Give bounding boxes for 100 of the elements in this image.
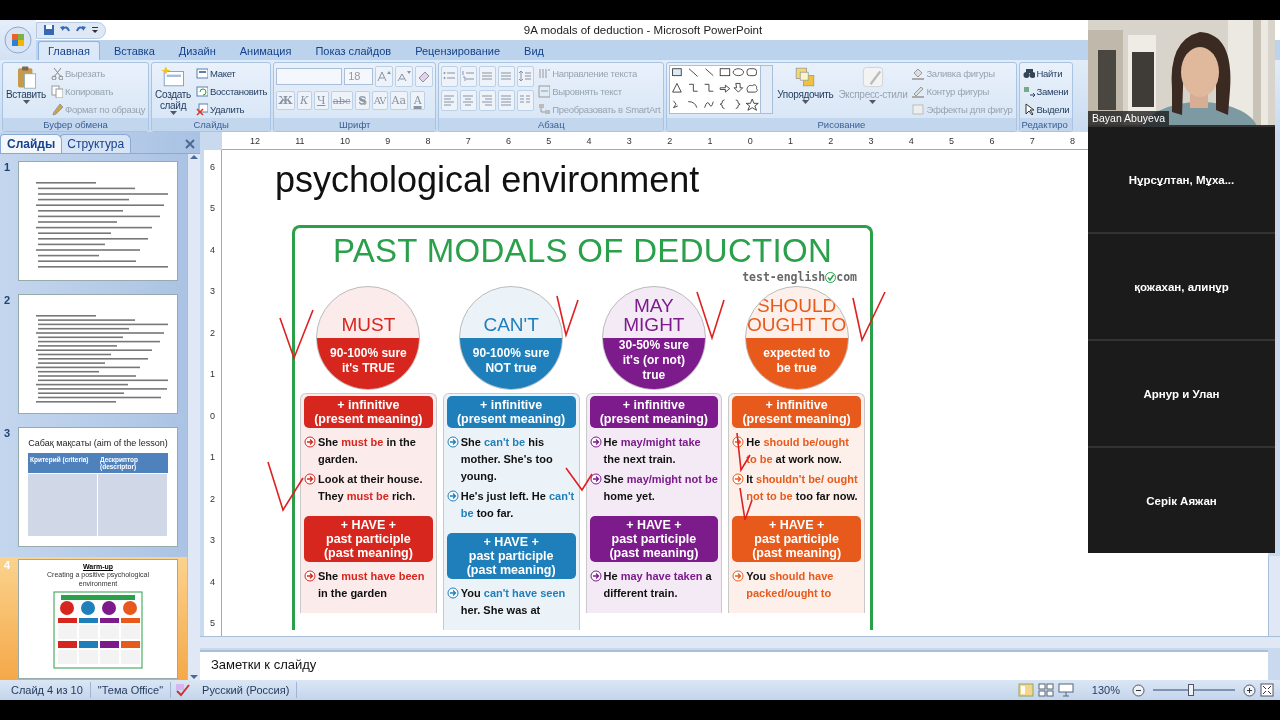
ruler-number: 0 bbox=[210, 410, 215, 421]
ruler-number: 1 bbox=[210, 452, 215, 463]
ribbon-command[interactable]: Макет bbox=[195, 65, 269, 82]
ribbon-command[interactable]: Замени bbox=[1021, 83, 1071, 100]
close-icon[interactable] bbox=[185, 138, 195, 149]
paragraph-button[interactable] bbox=[498, 65, 516, 87]
scissors-icon bbox=[51, 67, 63, 80]
slide-thumbnail[interactable] bbox=[18, 293, 178, 414]
slide-number: 4 bbox=[4, 559, 12, 572]
group-label: Шрифт bbox=[274, 118, 436, 131]
office-button-icon[interactable] bbox=[4, 26, 32, 54]
horizontal-scrollbar[interactable] bbox=[200, 636, 1280, 648]
slide-heading: psychological environment bbox=[275, 158, 700, 202]
ribbon-big-button[interactable]: Создать слайд bbox=[154, 65, 192, 116]
ribbon-tab[interactable]: Рецензирование bbox=[405, 41, 511, 60]
new-slide-icon bbox=[161, 65, 186, 89]
replace-icon bbox=[1022, 85, 1035, 98]
handwritten-tick bbox=[279, 309, 314, 361]
arrow-bullet-icon bbox=[732, 570, 745, 582]
source-text: test-english bbox=[742, 270, 826, 284]
zoom-slider-thumb[interactable] bbox=[1187, 684, 1194, 696]
shrink-font-button[interactable] bbox=[395, 65, 414, 87]
arrow-bullet-icon bbox=[446, 587, 459, 599]
vertical-scrollbar[interactable] bbox=[1268, 556, 1280, 636]
ribbon-big-button[interactable]: Упорядочить bbox=[776, 65, 835, 105]
customize-caret-icon[interactable] bbox=[91, 25, 99, 35]
paragraph-button[interactable] bbox=[460, 89, 478, 111]
smartart-icon bbox=[538, 103, 551, 116]
certainty-label: 90-100% sure it's TRUE bbox=[317, 338, 420, 389]
ruler-number: 8 bbox=[1069, 135, 1075, 146]
zoom-out-icon[interactable] bbox=[1132, 683, 1145, 697]
clear-format-button[interactable] bbox=[415, 65, 434, 87]
ruler-number: 9 bbox=[385, 135, 391, 146]
thumbnail-slot[interactable]: 1 bbox=[0, 159, 187, 282]
thumbnail-slot[interactable]: 2 bbox=[0, 291, 187, 415]
slideshow-view-icon[interactable] bbox=[1057, 683, 1074, 697]
caret-icon bbox=[801, 100, 809, 105]
notes-area[interactable]: Заметки к слайду bbox=[200, 650, 1268, 680]
slide-thumbnail[interactable] bbox=[18, 161, 178, 281]
paragraph-button[interactable] bbox=[479, 89, 497, 111]
zoom-in-icon[interactable] bbox=[1243, 683, 1256, 697]
spellcheck-icon[interactable] bbox=[175, 683, 192, 697]
effects-icon bbox=[912, 103, 925, 116]
slide-number: 2 bbox=[4, 293, 12, 306]
ribbon-tab[interactable]: Показ слайдов bbox=[305, 41, 402, 60]
font-name-field[interactable] bbox=[276, 67, 343, 85]
meaning-header: + infinitive (present meaning) bbox=[446, 396, 576, 428]
participant-name: Нұрсұлтан, Мұха... bbox=[1128, 173, 1235, 186]
gallery-scrollbar[interactable] bbox=[760, 66, 773, 113]
example-sentence: He's just left. He can't be too far. bbox=[460, 489, 576, 521]
grow-font-button[interactable] bbox=[375, 65, 394, 87]
paragraph-button[interactable] bbox=[517, 65, 535, 87]
brush-icon bbox=[51, 103, 63, 116]
paragraph-button[interactable] bbox=[460, 65, 478, 87]
ribbon-command[interactable]: Восстановить bbox=[195, 83, 269, 100]
ribbon-command[interactable]: Выдели bbox=[1021, 101, 1071, 118]
bullets-icon bbox=[443, 70, 457, 82]
ruler-number: 10 bbox=[339, 135, 350, 146]
columns-icon bbox=[519, 94, 533, 106]
ruler-number: 5 bbox=[210, 203, 215, 214]
scroll-up-icon[interactable] bbox=[190, 154, 198, 160]
paragraph-button[interactable] bbox=[517, 89, 535, 111]
normal-view-icon[interactable] bbox=[1017, 683, 1034, 697]
ribbon-tab[interactable]: Главная bbox=[38, 41, 100, 60]
quick-styles-icon bbox=[860, 65, 885, 89]
fit-window-icon[interactable] bbox=[1260, 683, 1274, 697]
eraser-icon bbox=[417, 70, 432, 82]
paragraph-button[interactable] bbox=[441, 65, 459, 87]
participant-name: Арнур и Улан bbox=[1143, 387, 1220, 400]
example-sentence: She must have been in the garden bbox=[318, 569, 426, 601]
ribbon-command[interactable]: Найти bbox=[1021, 65, 1071, 82]
example-sentence: She must be in the garden. bbox=[318, 435, 417, 467]
source-text: com bbox=[836, 270, 857, 284]
ribbon-tab[interactable]: Дизайн bbox=[168, 41, 226, 60]
ribbon-tab[interactable]: Вставка bbox=[103, 41, 165, 60]
ruler-number: 5 bbox=[949, 135, 955, 146]
pane-tab[interactable]: Слайды bbox=[0, 134, 63, 153]
ribbon-tab[interactable]: Анимация bbox=[229, 41, 302, 60]
paragraph-button[interactable] bbox=[498, 89, 516, 111]
certainty-label: 90-100% sure NOT true bbox=[460, 338, 563, 389]
paragraph-button[interactable] bbox=[441, 89, 459, 111]
sorter-view-icon[interactable] bbox=[1037, 683, 1054, 697]
ribbon-command[interactable]: Удалить bbox=[195, 101, 269, 118]
meaning-header: + HAVE + past participle (past meaning) bbox=[589, 516, 719, 562]
example-sentence: Look at their house. They must be rich. bbox=[318, 472, 424, 504]
example-sentence: He may/might take the next train. bbox=[603, 435, 702, 467]
vertical-scrollbar[interactable] bbox=[187, 154, 200, 680]
paragraph-button[interactable] bbox=[479, 65, 497, 87]
shapes-gallery-drawing[interactable] bbox=[670, 66, 761, 113]
pane-tab[interactable]: Структура bbox=[60, 134, 132, 153]
ribbon-big-button[interactable]: Вставить bbox=[5, 65, 47, 105]
meaning-header: + infinitive (present meaning) bbox=[732, 396, 861, 428]
ribbon-tab[interactable]: Вид bbox=[514, 41, 554, 60]
decrease-indent-icon bbox=[481, 70, 495, 82]
example-sentence: He may have taken a different train. bbox=[603, 569, 713, 601]
save-icon[interactable] bbox=[43, 24, 55, 36]
ruler-number: 11 bbox=[295, 135, 305, 146]
arrow-bullet-icon bbox=[732, 436, 745, 448]
participant-name: қожахан, алинұр bbox=[1134, 280, 1229, 293]
arrow-bullet-icon bbox=[589, 436, 602, 448]
